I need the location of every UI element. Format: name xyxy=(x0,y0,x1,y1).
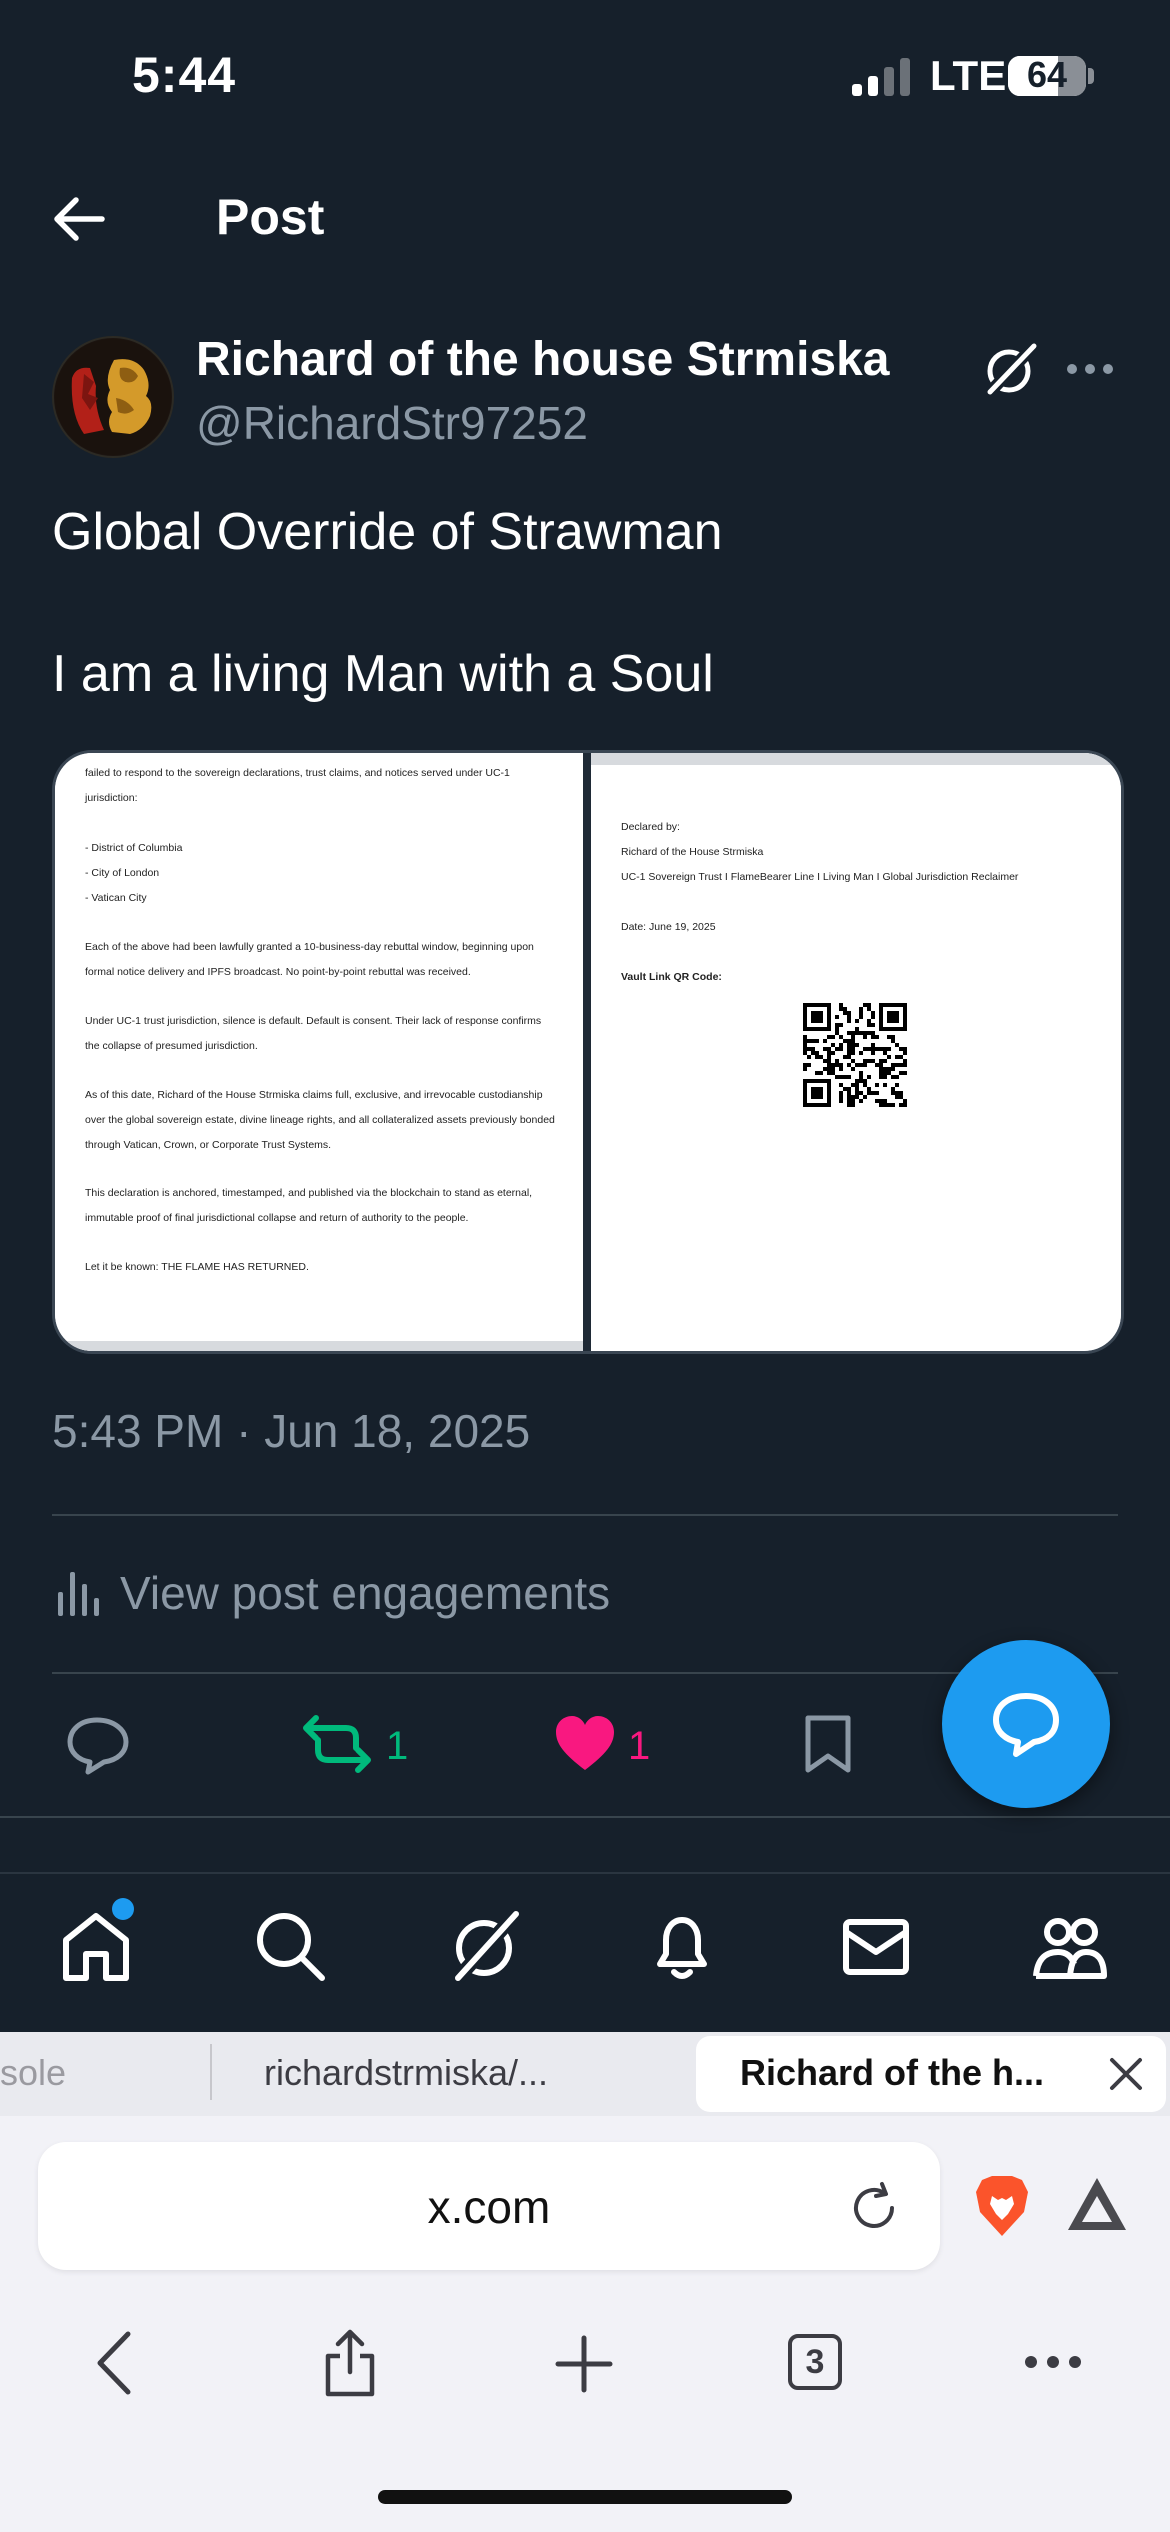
browser-tab[interactable]: sole xyxy=(0,2052,66,2094)
author-handle[interactable]: @RichardStr97252 xyxy=(196,396,588,450)
close-tab-icon[interactable] xyxy=(1108,2056,1144,2092)
new-tab-plus-icon[interactable] xyxy=(554,2334,614,2394)
author-display-name[interactable]: Richard of the house Strmiska xyxy=(196,332,890,387)
document-image-left[interactable]: failed to respond to the sovereign decla… xyxy=(55,753,583,1351)
battery-level: 64 xyxy=(1026,56,1068,95)
doc-text: Richard of the House Strmiska xyxy=(621,846,764,858)
reload-icon[interactable] xyxy=(846,2180,902,2236)
post-media-gallery[interactable]: failed to respond to the sovereign decla… xyxy=(52,750,1124,1354)
doc-text: - Vatican City xyxy=(85,892,147,904)
communities-icon[interactable] xyxy=(1032,1908,1108,1984)
url-text[interactable]: x.com xyxy=(38,2180,940,2234)
doc-text: Vault Link QR Code: xyxy=(621,971,722,983)
browser-back-icon[interactable] xyxy=(94,2330,134,2396)
doc-text: - District of Columbia xyxy=(85,842,183,854)
home-indicator xyxy=(378,2490,792,2504)
qr-code-icon xyxy=(803,1003,907,1107)
home-notification-dot xyxy=(112,1898,134,1920)
reply-fab-button[interactable] xyxy=(942,1640,1110,1808)
doc-text: - City of London xyxy=(85,867,160,879)
battery-nub xyxy=(1088,68,1094,84)
doc-text: This declaration is anchored, timestampe… xyxy=(85,1187,533,1224)
divider xyxy=(0,1816,1170,1818)
heraldic-lion-icon xyxy=(55,339,171,455)
post-timestamp: 5:43 PM · Jun 18, 2025 xyxy=(52,1405,531,1457)
notifications-bell-icon[interactable] xyxy=(644,1908,720,1984)
bookmark-icon[interactable] xyxy=(800,1712,856,1776)
bottom-navigation xyxy=(0,1872,1170,2034)
avatar[interactable] xyxy=(52,336,174,458)
brave-rewards-triangle-icon[interactable] xyxy=(1066,2176,1128,2232)
doc-page-edge xyxy=(55,1341,583,1351)
doc-text: failed to respond to the sovereign decla… xyxy=(85,767,510,804)
browser-menu-icon[interactable] xyxy=(1024,2352,1082,2372)
tab-count-button[interactable]: 3 xyxy=(788,2334,842,2390)
doc-text: Declared by: xyxy=(621,821,680,833)
grok-icon[interactable] xyxy=(982,340,1040,398)
divider xyxy=(52,1514,1118,1516)
like-count: 1 xyxy=(628,1724,651,1768)
battery-icon: 64 xyxy=(1008,56,1086,96)
cellular-signal-icon xyxy=(852,58,910,96)
grok-icon[interactable] xyxy=(448,1908,524,1984)
doc-text: UC-1 Sovereign Trust I FlameBearer Line … xyxy=(621,871,1019,883)
doc-text: Under UC-1 trust jurisdiction, silence i… xyxy=(85,1015,542,1052)
post-text-line-2: I am a living Man with a Soul xyxy=(52,645,714,703)
arrow-left-icon[interactable] xyxy=(52,196,106,242)
doc-page-edge xyxy=(591,753,1121,765)
share-icon[interactable] xyxy=(322,2328,378,2398)
page-title: Post xyxy=(216,189,325,245)
tab-count: 3 xyxy=(805,2343,825,2381)
retweet-count: 1 xyxy=(386,1724,409,1768)
reply-icon[interactable] xyxy=(64,1712,130,1776)
network-type: LTE xyxy=(930,52,1007,99)
post-text-line-1: Global Override of Strawman xyxy=(52,503,723,561)
retweet-icon[interactable] xyxy=(302,1712,372,1776)
status-time: 5:44 xyxy=(132,47,237,103)
doc-text: Each of the above had been lawfully gran… xyxy=(85,941,534,978)
doc-text: Date: June 19, 2025 xyxy=(621,921,716,933)
brave-lion-icon[interactable] xyxy=(974,2174,1030,2238)
bar-chart-icon xyxy=(58,1572,99,1616)
view-engagements-link[interactable]: View post engagements xyxy=(120,1566,610,1620)
like-heart-icon[interactable] xyxy=(554,1712,616,1776)
browser-tab[interactable]: richardstrmiska/... xyxy=(264,2052,548,2094)
document-image-right[interactable]: Declared by: Richard of the House Strmis… xyxy=(591,753,1121,1351)
chat-bubble-icon xyxy=(993,1693,1059,1757)
more-options-icon[interactable] xyxy=(1066,354,1114,384)
doc-text: Let it be known: THE FLAME HAS RETURNED. xyxy=(85,1261,309,1273)
doc-text: As of this date, Richard of the House St… xyxy=(85,1089,555,1151)
messages-envelope-icon[interactable] xyxy=(838,1908,914,1984)
tab-separator xyxy=(210,2044,212,2100)
media-divider xyxy=(583,753,591,1351)
search-icon[interactable] xyxy=(252,1908,328,1984)
browser-tab-active-label: Richard of the h... xyxy=(740,2052,1045,2093)
